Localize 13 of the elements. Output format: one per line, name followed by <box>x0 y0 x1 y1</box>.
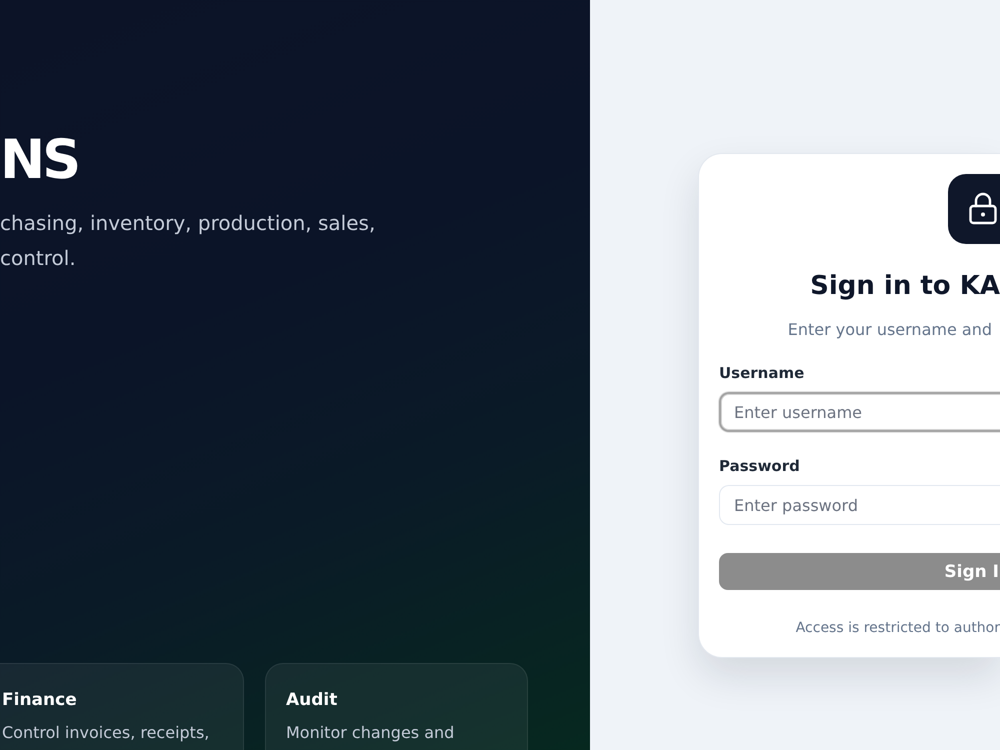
feature-title: Audit <box>286 689 338 712</box>
feature-title: Finance <box>2 689 77 712</box>
input-field[interactable]: Enter username <box>719 392 1000 432</box>
access-note: Access is restricted to author <box>794 619 1000 637</box>
hero-title: NS <box>0 127 78 193</box>
field-label: Password <box>719 456 800 476</box>
hero-description: chasing, inventory, production, sales, <box>0 210 376 237</box>
feature-description: Control invoices, receipts, <box>2 723 210 743</box>
field-label: Username <box>719 363 804 383</box>
hero-description: control. <box>0 245 76 272</box>
login-title: Sign in to KA <box>809 270 1000 303</box>
feature-description: Monitor changes and <box>286 723 454 743</box>
login-subtitle: Enter your username and <box>786 320 992 340</box>
